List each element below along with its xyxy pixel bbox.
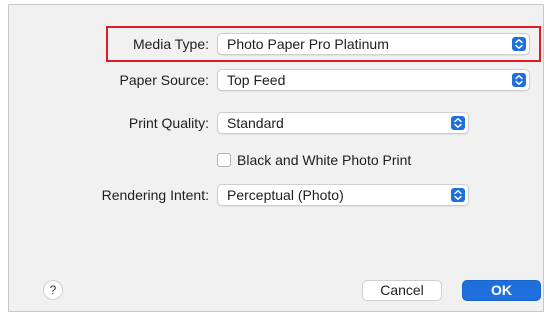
paper-source-popup[interactable]: Top Feed xyxy=(217,69,530,91)
rendering-intent-popup[interactable]: Perceptual (Photo) xyxy=(217,184,469,206)
chevron-up-down-icon xyxy=(451,116,465,130)
paper-source-label: Paper Source: xyxy=(119,72,210,88)
print-quality-value: Standard xyxy=(227,115,284,131)
bw-photo-print-checkbox[interactable] xyxy=(217,153,231,167)
chevron-up-down-icon xyxy=(512,73,526,87)
print-quality-label: Print Quality: xyxy=(128,115,209,131)
rendering-intent-label: Rendering Intent: xyxy=(101,187,209,203)
print-quality-popup[interactable]: Standard xyxy=(217,112,469,134)
media-type-highlight xyxy=(106,26,541,62)
ok-button[interactable]: OK xyxy=(462,280,541,301)
bw-photo-print-label[interactable]: Black and White Photo Print xyxy=(237,151,411,169)
help-button[interactable]: ? xyxy=(43,280,63,300)
paper-source-value: Top Feed xyxy=(227,72,286,88)
rendering-intent-value: Perceptual (Photo) xyxy=(227,187,344,203)
chevron-up-down-icon xyxy=(451,188,465,202)
print-settings-panel: Media Type: Photo Paper Pro Platinum Pap… xyxy=(8,4,544,312)
cancel-button[interactable]: Cancel xyxy=(362,280,442,301)
question-mark-icon: ? xyxy=(49,283,57,297)
